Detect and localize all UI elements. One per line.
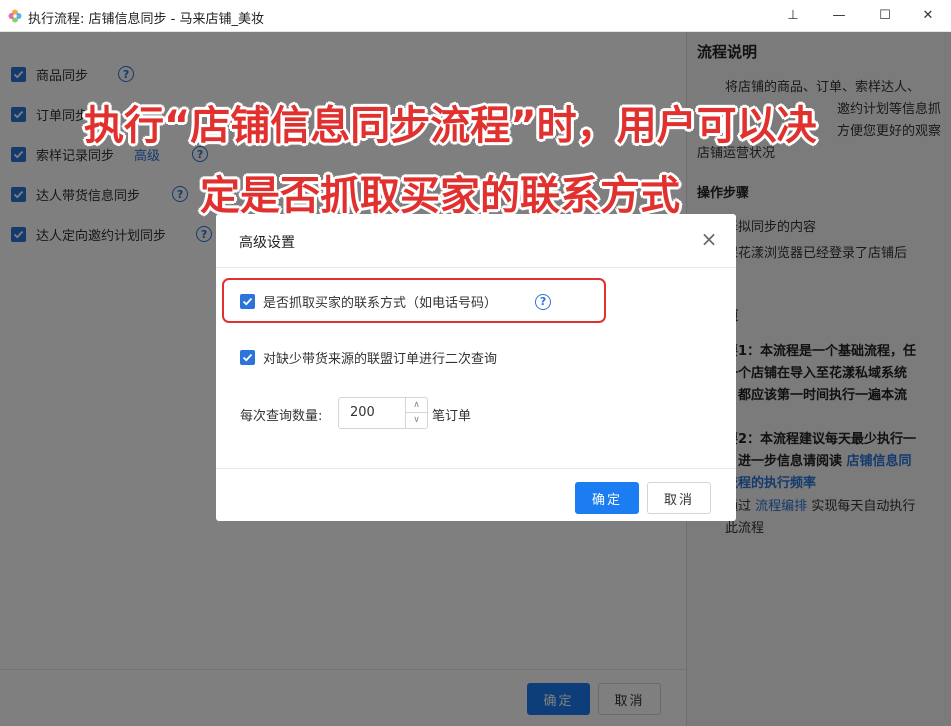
app-flower-icon xyxy=(8,9,22,23)
dialog-confirm-button[interactable]: 确定 xyxy=(575,482,639,514)
maximize-button[interactable]: ☐ xyxy=(862,0,908,32)
option-secondary-query[interactable]: 对缺少带货来源的联盟订单进行二次查询 xyxy=(240,348,497,367)
help-icon[interactable]: ? xyxy=(535,293,552,310)
dialog-footer: 确定 取消 xyxy=(216,468,736,521)
close-window-button[interactable]: ✕ xyxy=(905,0,951,32)
query-count-stepper[interactable]: 200 ∧ ∨ xyxy=(338,397,428,429)
checkbox-checked-icon[interactable] xyxy=(240,350,255,365)
dialog-title: 高级设置 xyxy=(239,235,295,251)
chevron-up-icon[interactable]: ∧ xyxy=(406,398,427,413)
stepper-controls[interactable]: ∧ ∨ xyxy=(405,398,427,428)
query-count-label: 每次查询数量: xyxy=(240,409,323,424)
query-count-value[interactable]: 200 xyxy=(350,405,375,420)
caption-line-2: 定是否抓取买家的联系方式 xyxy=(200,173,680,219)
chevron-down-icon[interactable]: ∨ xyxy=(406,413,427,428)
minimize-button[interactable]: — xyxy=(816,0,862,32)
advanced-settings-dialog: 高级设置 × 是否抓取买家的联系方式（如电话号码） ? 对缺少带货来源的联盟订单… xyxy=(216,214,736,521)
option-buyer-contact[interactable]: 是否抓取买家的联系方式（如电话号码） ? xyxy=(240,292,552,311)
close-icon[interactable]: × xyxy=(698,228,720,250)
query-count-unit: 笔订单 xyxy=(432,409,472,424)
caption-line-1: 执行“店铺信息同步流程”时，用户可以决 xyxy=(84,103,817,149)
option-label: 是否抓取买家的联系方式（如电话号码） xyxy=(263,296,498,311)
title-bar: 执行流程: 店铺信息同步 - 马来店铺_美妆 ⊥ — ☐ ✕ xyxy=(0,0,951,32)
option-label: 对缺少带货来源的联盟订单进行二次查询 xyxy=(263,352,498,367)
checkbox-checked-icon[interactable] xyxy=(240,294,255,309)
window-title: 执行流程: 店铺信息同步 - 马来店铺_美妆 xyxy=(28,12,264,27)
dialog-cancel-button[interactable]: 取消 xyxy=(647,482,711,514)
pin-icon[interactable]: ⊥ xyxy=(770,0,816,32)
dialog-header: 高级设置 × xyxy=(216,214,736,268)
